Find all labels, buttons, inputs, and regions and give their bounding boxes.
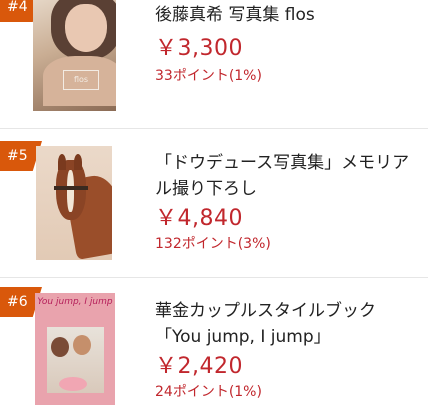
product-price-6: ￥2,420: [155, 354, 243, 379]
portrait-face: [65, 4, 107, 52]
cover-person-1: [51, 337, 69, 357]
product-points-4: 33ポイント(1%): [155, 68, 262, 84]
product-image-5[interactable]: [36, 146, 112, 260]
horse-blaze: [67, 170, 74, 212]
horse-halter: [54, 186, 88, 190]
cover-logo: flos: [63, 70, 99, 90]
divider: [0, 277, 428, 278]
divider: [0, 128, 428, 129]
cover-person-2: [73, 335, 91, 355]
cover-cake: [59, 377, 87, 391]
product-title-6[interactable]: 華金カップルスタイルブック「You jump, I jump」: [155, 298, 410, 350]
product-price-4: ￥3,300: [155, 36, 243, 61]
cover-title: You jump, I jump: [37, 297, 113, 307]
product-image-6[interactable]: You jump, I jump: [35, 293, 115, 405]
horse-ear-right: [74, 154, 82, 170]
product-title-4[interactable]: 後藤真希 写真集 flos: [155, 2, 410, 28]
product-points-5: 132ポイント(3%): [155, 236, 271, 252]
horse-ear-left: [58, 154, 66, 170]
product-title-5[interactable]: 「ドウデュース写真集」メモリアル撮り下ろし: [155, 150, 410, 202]
product-price-5: ￥4,840: [155, 206, 243, 231]
product-points-6: 24ポイント(1%): [155, 384, 262, 400]
product-image-4[interactable]: flos: [33, 0, 116, 111]
